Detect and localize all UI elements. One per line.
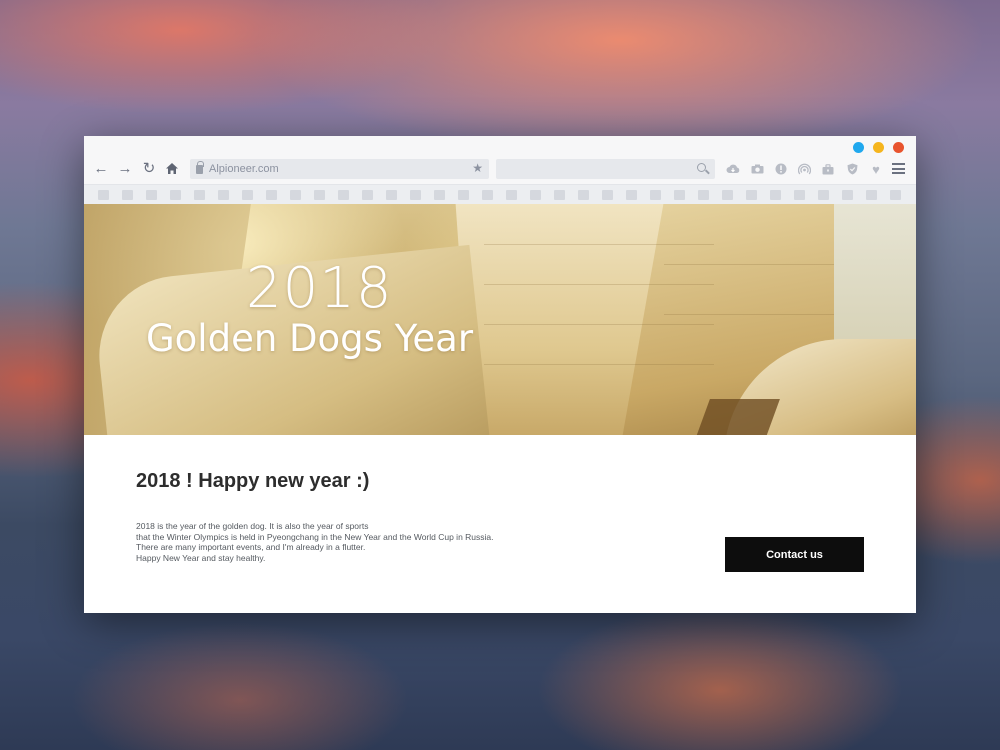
bookmark-item[interactable] bbox=[314, 190, 325, 200]
contact-us-button[interactable]: Contact us bbox=[725, 537, 864, 572]
body-line: that the Winter Olympics is held in Pyeo… bbox=[136, 531, 494, 542]
forward-arrow-icon[interactable]: → bbox=[116, 159, 134, 177]
bookmark-item[interactable] bbox=[146, 190, 157, 200]
lock-icon bbox=[196, 160, 204, 174]
home-icon[interactable] bbox=[163, 159, 181, 177]
bookmark-star-icon[interactable]: ★ bbox=[472, 161, 483, 175]
bookmark-item[interactable] bbox=[218, 190, 229, 200]
url-text: Alpioneer.com bbox=[209, 163, 279, 175]
bookmark-item[interactable] bbox=[674, 190, 685, 200]
browser-toolbar: ← → ↻ Alpioneer.com ★ ♥ bbox=[84, 154, 916, 184]
bookmark-item[interactable] bbox=[866, 190, 877, 200]
page-content: 2018 ! Happy new year :) 2018 is the yea… bbox=[84, 435, 916, 613]
bookmark-item[interactable] bbox=[506, 190, 517, 200]
bookmark-item[interactable] bbox=[746, 190, 757, 200]
page-heading: 2018 ! Happy new year :) bbox=[136, 470, 370, 492]
window-minimize-button[interactable] bbox=[853, 142, 864, 153]
browser-window: ← → ↻ Alpioneer.com ★ ♥ 2018 Golden Dogs… bbox=[84, 136, 916, 613]
bookmarks-bar bbox=[84, 184, 916, 204]
body-line: There are many important events, and I'm… bbox=[136, 542, 366, 552]
broadcast-icon[interactable] bbox=[797, 162, 811, 176]
bookmark-item[interactable] bbox=[602, 190, 613, 200]
info-icon[interactable] bbox=[774, 162, 788, 176]
bookmark-item[interactable] bbox=[842, 190, 853, 200]
hero-year: 2018 bbox=[246, 256, 393, 321]
bookmark-item[interactable] bbox=[122, 190, 133, 200]
bookmark-item[interactable] bbox=[362, 190, 373, 200]
bookmark-item[interactable] bbox=[290, 190, 301, 200]
bookmark-item[interactable] bbox=[98, 190, 109, 200]
bookmark-item[interactable] bbox=[794, 190, 805, 200]
bookmark-item[interactable] bbox=[698, 190, 709, 200]
panel-seam bbox=[484, 364, 714, 365]
reload-icon[interactable]: ↻ bbox=[140, 159, 158, 177]
bookmark-item[interactable] bbox=[194, 190, 205, 200]
bookmark-item[interactable] bbox=[770, 190, 781, 200]
hamburger-menu-icon[interactable] bbox=[892, 163, 905, 174]
heart-icon[interactable]: ♥ bbox=[869, 162, 883, 176]
panel-seam bbox=[664, 314, 834, 315]
search-icon bbox=[697, 163, 706, 172]
body-paragraph: 2018 is the year of the golden dog. It i… bbox=[136, 521, 494, 563]
bookmark-item[interactable] bbox=[650, 190, 661, 200]
panel-seam bbox=[484, 284, 714, 285]
shield-icon[interactable] bbox=[845, 162, 859, 176]
body-line: 2018 is the year of the golden dog. It i… bbox=[136, 521, 369, 531]
window-close-button[interactable] bbox=[893, 142, 904, 153]
bookmark-item[interactable] bbox=[242, 190, 253, 200]
panel-seam bbox=[664, 264, 834, 265]
bookmark-item[interactable] bbox=[578, 190, 589, 200]
panel-seam bbox=[484, 324, 714, 325]
bookmark-item[interactable] bbox=[818, 190, 829, 200]
camera-icon[interactable] bbox=[750, 162, 764, 176]
window-maximize-button[interactable] bbox=[873, 142, 884, 153]
panel-seam bbox=[484, 244, 714, 245]
bookmark-item[interactable] bbox=[482, 190, 493, 200]
bookmark-item[interactable] bbox=[170, 190, 181, 200]
briefcase-icon[interactable] bbox=[821, 162, 835, 176]
bookmark-item[interactable] bbox=[458, 190, 469, 200]
bookmark-item[interactable] bbox=[554, 190, 565, 200]
bookmark-item[interactable] bbox=[410, 190, 421, 200]
search-input[interactable] bbox=[496, 159, 715, 179]
building-facade-image bbox=[834, 204, 916, 354]
bookmark-item[interactable] bbox=[386, 190, 397, 200]
hero-banner: 2018 Golden Dogs Year bbox=[84, 204, 916, 435]
bookmark-item[interactable] bbox=[530, 190, 541, 200]
back-arrow-icon[interactable]: ← bbox=[92, 159, 110, 177]
title-bar bbox=[84, 136, 916, 154]
address-bar[interactable]: Alpioneer.com ★ bbox=[190, 159, 489, 179]
bookmark-item[interactable] bbox=[890, 190, 901, 200]
bookmark-item[interactable] bbox=[626, 190, 637, 200]
bookmark-item[interactable] bbox=[338, 190, 349, 200]
bookmark-item[interactable] bbox=[266, 190, 277, 200]
bookmark-item[interactable] bbox=[722, 190, 733, 200]
cloud-download-icon[interactable] bbox=[726, 162, 740, 176]
body-line: Happy New Year and stay healthy. bbox=[136, 552, 266, 563]
bookmark-item[interactable] bbox=[434, 190, 445, 200]
hero-subtitle: Golden Dogs Year bbox=[146, 317, 474, 360]
